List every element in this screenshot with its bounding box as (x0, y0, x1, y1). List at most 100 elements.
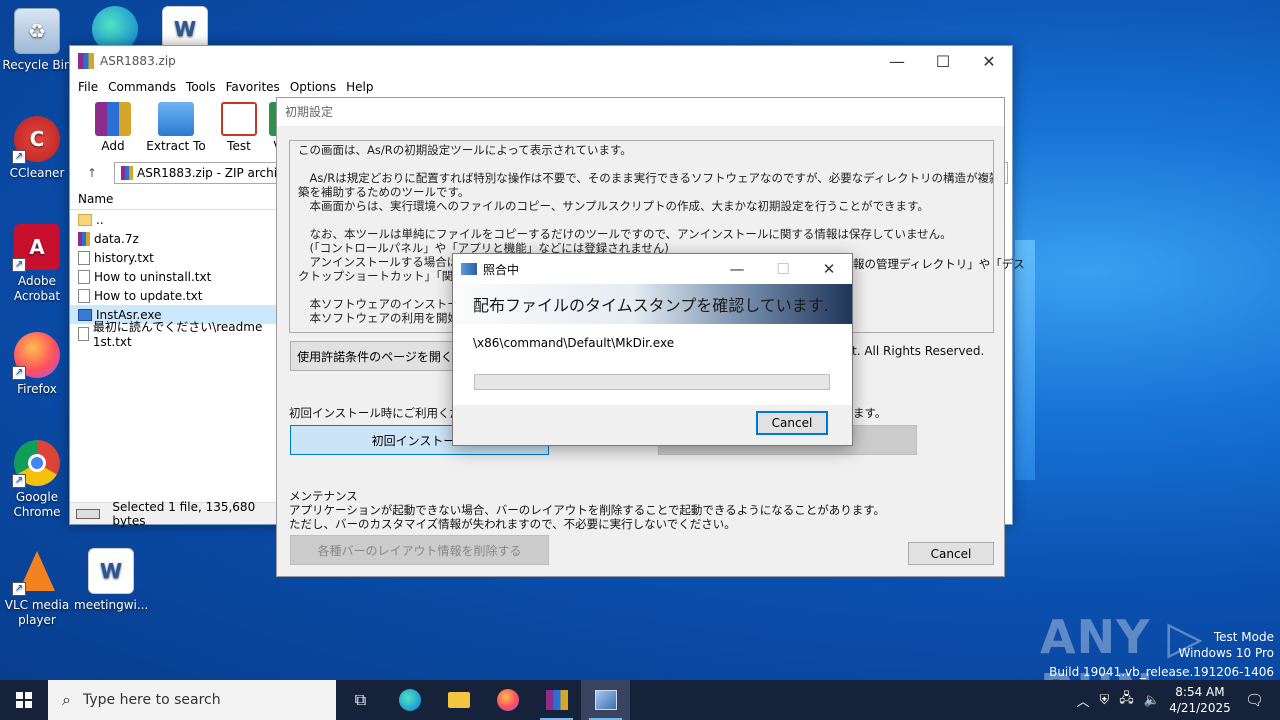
desc-line: この画面は、As/Rの初期設定ツールによって表示されています。 (298, 143, 632, 157)
shortcut-arrow-icon: ↗ (12, 366, 26, 380)
desc-line: 本画面からは、実行環境へのファイルのコピー、サンプルスクリプトの作成、大まかな初… (298, 199, 929, 213)
desc-line: As/Rは規定どおりに配置すれば特別な操作は不要で、そのまま実行できるソフトウェ… (309, 171, 993, 185)
test-label: Test (227, 139, 251, 153)
desktop-icon-label: meetingwi... (74, 598, 149, 612)
taskbar-search[interactable]: ⌕ Type here to search (48, 680, 336, 720)
close-button[interactable]: ✕ (966, 46, 1012, 76)
minimize-button[interactable]: — (714, 254, 760, 284)
winrar-titlebar[interactable]: ASR1883.zip — ☐ ✕ (70, 46, 1012, 76)
watermark-test-mode: Test Mode (1213, 630, 1274, 644)
archive-books-icon (95, 102, 131, 136)
start-button[interactable] (0, 680, 48, 720)
desktop-icon-adobe-acrobat[interactable]: A ↗ Adobe Acrobat (0, 224, 74, 304)
file-name: data.7z (94, 231, 139, 246)
file-row-readme[interactable]: 最初に読んでください\readme 1st.txt (70, 320, 280, 349)
maximize-button: ☐ (776, 260, 790, 278)
file-row-update[interactable]: How to update.txt (70, 286, 280, 305)
file-row-parent[interactable]: .. (70, 210, 280, 229)
verify-cancel-button[interactable]: Cancel (756, 411, 828, 435)
desc-line-tail: 報の管理ディレクトリ」や「デス (853, 257, 1025, 271)
shortcut-arrow-icon: ↗ (12, 150, 26, 164)
winrar-app-icon (545, 690, 568, 710)
desktop-icon-label: VLC media player (4, 598, 70, 627)
shortcut-arrow-icon: ↗ (12, 474, 26, 488)
menu-tools[interactable]: Tools (184, 80, 224, 94)
setup-cancel-button[interactable]: Cancel (908, 542, 994, 565)
winrar-app-icon (78, 53, 94, 69)
taskbar-edge[interactable] (385, 680, 434, 720)
text-file-icon (78, 288, 90, 303)
archive-path-text: ASR1883.zip - ZIP archiv (137, 166, 285, 180)
winrar-statusbar: Selected 1 file, 135,680 bytes (70, 500, 280, 528)
desktop-icon-google-chrome[interactable]: ↗ Google Chrome (0, 440, 74, 520)
menu-options[interactable]: Options (288, 80, 344, 94)
minimize-button[interactable]: — (874, 46, 920, 76)
taskbar-winrar[interactable] (532, 680, 581, 720)
setup-app-icon (594, 690, 617, 710)
search-icon: ⌕ (62, 690, 71, 709)
extract-to-button[interactable]: Extract To (142, 98, 210, 156)
network-icon[interactable]: 🖧 (1119, 689, 1134, 711)
search-placeholder: Type here to search (82, 692, 221, 708)
volume-icon[interactable]: 🔈 (1144, 693, 1160, 708)
verify-titlebar[interactable]: 照合中 — ☐ ✕ (453, 254, 852, 284)
menu-help[interactable]: Help (344, 80, 381, 94)
test-button[interactable]: Test (210, 98, 268, 156)
file-row-data-7z[interactable]: data.7z (70, 229, 280, 248)
word-document-icon: W (88, 548, 134, 594)
windows-logo-icon (16, 692, 32, 708)
system-tray: ︿ ⛨ 🖧 🔈 8:54 AM 4/21/2025 🗨 (1071, 680, 1280, 720)
desktop-icon-recycle-bin[interactable]: ♻ Recycle Bin (0, 8, 74, 73)
folder-icon (447, 692, 470, 708)
license-page-button[interactable]: 使用許諾条件のページを開く (290, 341, 460, 371)
task-view-icon: ⧉ (354, 690, 367, 709)
file-name: How to uninstall.txt (94, 269, 212, 284)
desktop-icon-meeting-doc[interactable]: W meetingwi... (74, 548, 148, 613)
taskbar: ⌕ Type here to search ⧉ ︿ ⛨ 🖧 🔈 8:54 AM … (0, 680, 1280, 720)
copyright-text: t. All Rights Reserved. (852, 344, 985, 358)
desc-line: なお、本ツールは単純にファイルをコピーするだけのツールですので、アンインストール… (298, 227, 952, 241)
taskbar-file-explorer[interactable] (434, 680, 483, 720)
desktop-icon-label: Recycle Bin (2, 58, 72, 72)
file-row-history[interactable]: history.txt (70, 248, 280, 267)
chevron-up-icon[interactable]: ︿ (1076, 691, 1089, 710)
verify-body: \x86\command\Default\MkDir.exe (453, 324, 852, 405)
executable-icon (78, 308, 92, 321)
desktop-icon-firefox[interactable]: ↗ Firefox (0, 332, 74, 397)
edge-icon (398, 689, 421, 711)
desktop-icon-label: Google Chrome (13, 490, 61, 519)
taskbar-setup-app[interactable] (581, 680, 630, 720)
delete-bar-layout-button: 各種バーのレイアウト情報を削除する (290, 535, 549, 565)
task-view-button[interactable]: ⧉ (336, 680, 385, 720)
add-label: Add (101, 139, 125, 153)
status-text: Selected 1 file, 135,680 bytes (112, 499, 256, 528)
column-header-name[interactable]: Name (70, 188, 280, 210)
verify-progress-dialog: 照合中 — ☐ ✕ 配布ファイルのタイムスタンプを確認しています. \x86\c… (452, 253, 853, 446)
maximize-button[interactable]: ☐ (920, 46, 966, 76)
menu-favorites[interactable]: Favorites (224, 80, 288, 94)
archive-icon (78, 231, 90, 246)
menu-file[interactable]: File (76, 80, 106, 94)
shortcut-arrow-icon: ↗ (12, 582, 26, 596)
notification-icon[interactable]: 🗨 (1245, 691, 1264, 709)
close-button[interactable]: ✕ (806, 254, 852, 284)
up-arrow-icon[interactable]: ↑ (70, 166, 114, 180)
watermark-build: Build 19041.vb_release.191206-1406 (1049, 665, 1274, 679)
winrar-menubar: File Commands Tools Favorites Options He… (70, 76, 1012, 98)
file-row-uninstall[interactable]: How to uninstall.txt (70, 267, 280, 286)
desktop-icon-vlc[interactable]: ↗ VLC media player (0, 548, 74, 628)
desktop-icon-ccleaner[interactable]: C ↗ CCleaner (0, 116, 74, 181)
text-file-icon (78, 250, 90, 265)
security-icon[interactable]: ⛨ (1100, 693, 1110, 708)
firefox-icon (496, 689, 519, 711)
maintenance-text-2: ただし、バーのカスタマイズ情報が失われますので、不必要に実行しないでください。 (289, 517, 736, 531)
desc-line: 築を補助するためのツールです。 (298, 185, 470, 199)
menu-commands[interactable]: Commands (106, 80, 184, 94)
add-button[interactable]: Add (84, 98, 142, 156)
desktop-icon-label: Firefox (17, 382, 57, 396)
file-name: history.txt (94, 250, 154, 265)
setup-title[interactable]: 初期設定 (277, 98, 1004, 126)
clock[interactable]: 8:54 AM 4/21/2025 (1165, 684, 1235, 716)
first-install-label: 初回インストール時にご利用くださ (289, 406, 473, 420)
taskbar-firefox[interactable] (483, 680, 532, 720)
